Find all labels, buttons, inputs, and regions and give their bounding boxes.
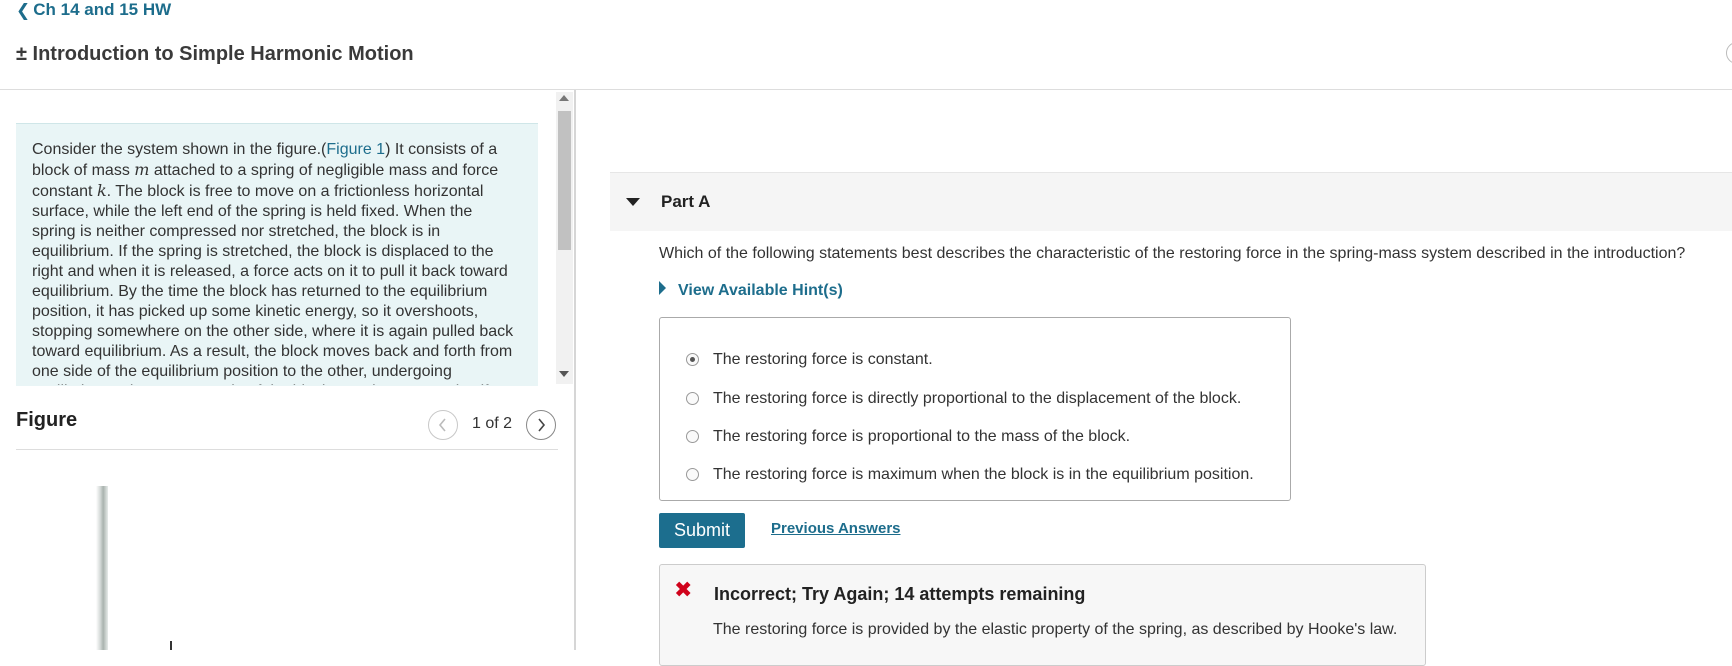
previous-figure-button[interactable] bbox=[428, 410, 458, 440]
option-radio[interactable] bbox=[686, 468, 699, 481]
intro-line-text: ) It consists of a bbox=[385, 141, 498, 158]
page-title: ± Introduction to Simple Harmonic Motion bbox=[16, 43, 414, 65]
intro-line-text: . The block is free to move on a frictio… bbox=[106, 183, 484, 200]
intro-line-text: stopping somewhere on the other side, wh… bbox=[32, 323, 514, 340]
intro-line-text: Consider the system shown in the figure.… bbox=[32, 141, 327, 158]
option-label[interactable]: The restoring force is directly proporti… bbox=[713, 390, 1241, 408]
intro-line-text: surface, while the left end of the sprin… bbox=[32, 203, 473, 220]
math-variable: k bbox=[96, 181, 107, 200]
chevron-left-icon: ❮ bbox=[16, 0, 31, 20]
intro-line-text: toward equilibrium. As a result, the blo… bbox=[32, 343, 513, 360]
intro-line: equilibrium. If the spring is stretched,… bbox=[32, 242, 530, 262]
intro-line-text: attached to a spring of negligible mass … bbox=[149, 162, 499, 179]
feedback-title: Incorrect; Try Again; 14 attempts remain… bbox=[714, 584, 1086, 604]
scroll-thumb[interactable] bbox=[558, 111, 571, 250]
part-a-title: Part A bbox=[661, 192, 711, 211]
option-radio[interactable] bbox=[686, 430, 699, 443]
caret-right-icon[interactable] bbox=[659, 281, 666, 295]
intro-line: Consider the system shown in the figure.… bbox=[32, 140, 530, 160]
intro-line: stopping somewhere on the other side, wh… bbox=[32, 322, 530, 342]
intro-line: spring is neither compressed nor stretch… bbox=[32, 222, 530, 242]
question-text: Which of the following statements best d… bbox=[659, 245, 1686, 262]
feedback-text: The restoring force is provided by the e… bbox=[713, 621, 1398, 638]
scroll-down-arrow-icon[interactable] bbox=[559, 371, 569, 377]
figure-heading: Figure bbox=[16, 409, 78, 431]
option-label[interactable]: The restoring force is constant. bbox=[713, 351, 933, 369]
intro-line-text: one side of the equilibrium position to … bbox=[32, 363, 452, 380]
next-figure-button[interactable] bbox=[526, 410, 556, 440]
intro-line-text: block of mass bbox=[32, 162, 135, 179]
intro-line-text: position, it has picked up some kinetic … bbox=[32, 303, 479, 320]
intro-line-text: oscillations. Since every cycle of the b… bbox=[32, 383, 489, 385]
intro-line-text: equilibrium. By the time the block has r… bbox=[32, 283, 488, 300]
previous-answers-link[interactable]: Previous Answers bbox=[771, 520, 901, 537]
feedback-box bbox=[659, 564, 1426, 666]
submit-button[interactable]: Submit bbox=[659, 513, 745, 548]
part-a-header[interactable] bbox=[610, 172, 1732, 231]
option-radio[interactable] bbox=[686, 392, 699, 405]
header-divider bbox=[0, 89, 1732, 90]
x-icon: ✖ bbox=[674, 577, 693, 602]
intro-line: constant k. The block is free to move on… bbox=[32, 181, 530, 202]
back-link[interactable]: ❮ Ch 14 and 15 HW bbox=[16, 0, 171, 20]
figure-1-link[interactable]: Figure 1 bbox=[326, 141, 385, 158]
figure-counter: 1 of 2 bbox=[472, 415, 513, 432]
scroll-up-arrow-icon[interactable] bbox=[559, 95, 569, 101]
intro-line: oscillations. Since every cycle of the b… bbox=[32, 382, 530, 385]
figure-spring-mark bbox=[170, 641, 172, 650]
option-radio[interactable] bbox=[686, 353, 699, 366]
intro-line: position, it has picked up some kinetic … bbox=[32, 302, 530, 322]
intro-line: right and when it is released, a force a… bbox=[32, 262, 530, 282]
help-icon[interactable] bbox=[1726, 42, 1732, 64]
intro-line-text: spring is neither compressed nor stretch… bbox=[32, 223, 441, 240]
figure-divider bbox=[16, 449, 558, 450]
intro-text: Consider the system shown in the figure.… bbox=[32, 140, 530, 385]
intro-line-text: constant bbox=[32, 183, 97, 200]
caret-down-icon[interactable] bbox=[626, 198, 640, 206]
figure-wall-image bbox=[96, 486, 108, 650]
back-link-label: Ch 14 and 15 HW bbox=[33, 0, 172, 19]
intro-line: block of mass m attached to a spring of … bbox=[32, 160, 530, 181]
intro-line-text: equilibrium. If the spring is stretched,… bbox=[32, 243, 494, 260]
math-variable: m bbox=[134, 160, 150, 179]
panel-divider[interactable] bbox=[574, 90, 576, 650]
chevron-right-icon bbox=[538, 418, 546, 432]
option-label[interactable]: The restoring force is proportional to t… bbox=[713, 428, 1130, 446]
option-label[interactable]: The restoring force is maximum when the … bbox=[713, 466, 1254, 484]
intro-line: toward equilibrium. As a result, the blo… bbox=[32, 342, 530, 362]
view-hints-link[interactable]: View Available Hint(s) bbox=[678, 282, 843, 300]
intro-line: surface, while the left end of the sprin… bbox=[32, 202, 530, 222]
intro-line: equilibrium. By the time the block has r… bbox=[32, 282, 530, 302]
intro-line: one side of the equilibrium position to … bbox=[32, 362, 530, 382]
chevron-left-icon bbox=[438, 418, 446, 432]
intro-line-text: right and when it is released, a force a… bbox=[32, 263, 508, 280]
